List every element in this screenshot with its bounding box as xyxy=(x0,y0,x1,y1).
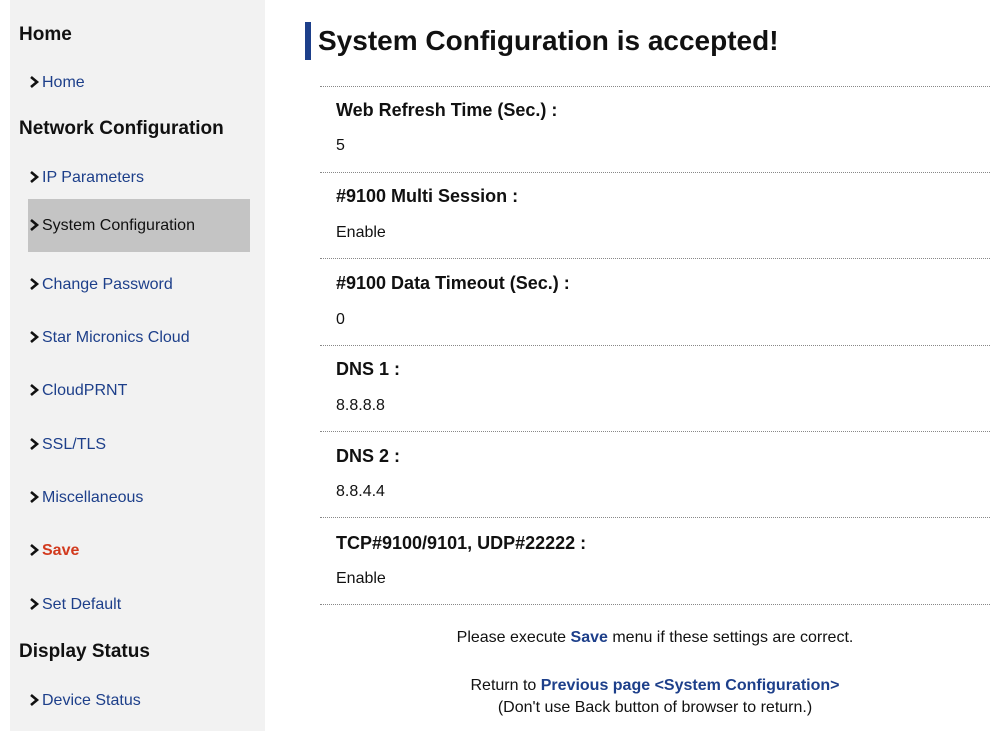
sidebar-item-system-configuration[interactable]: System Configuration xyxy=(28,199,250,252)
chevron-right-icon xyxy=(28,277,40,291)
chevron-right-icon xyxy=(28,170,40,184)
field-label-dns-1: DNS 1 : xyxy=(336,359,401,379)
sidebar-item-cloudprnt[interactable]: CloudPRNT xyxy=(28,364,250,417)
main-content: System Configuration is accepted! Web Re… xyxy=(305,0,995,731)
return-line: Return to Previous page <System Configur… xyxy=(320,677,990,695)
return-note: (Don't use Back button of browser to ret… xyxy=(497,699,813,716)
sidebar-item-label: Set Default xyxy=(42,595,122,613)
chevron-right-icon xyxy=(28,75,40,89)
section-heading-display-status: Display Status xyxy=(19,641,150,662)
chevron-right-icon xyxy=(28,543,40,557)
page-title: System Configuration is accepted! xyxy=(318,25,779,56)
sidebar-item-label: Miscellaneous xyxy=(42,488,144,506)
chevron-right-icon xyxy=(28,693,40,707)
notice-suffix: menu if these settings are correct. xyxy=(607,629,854,646)
chevron-right-icon xyxy=(28,597,40,611)
divider xyxy=(320,517,990,518)
field-label-web-refresh-time: Web Refresh Time (Sec.) : xyxy=(336,100,558,120)
sidebar-item-label: Device Status xyxy=(42,691,141,709)
field-value-dns-2: 8.8.4.4 xyxy=(336,483,385,500)
field-value-multi-session: Enable xyxy=(336,224,386,241)
field-value-dns-1: 8.8.8.8 xyxy=(336,397,385,414)
sidebar-item-change-password[interactable]: Change Password xyxy=(28,258,250,311)
divider xyxy=(320,604,990,605)
chevron-right-icon xyxy=(28,218,40,232)
field-value-data-timeout: 0 xyxy=(336,311,345,328)
notice-prefix: Please execute xyxy=(456,629,571,646)
section-heading-home: Home xyxy=(19,24,72,45)
sidebar-item-ip-parameters[interactable]: IP Parameters xyxy=(28,151,250,204)
title-accent-bar xyxy=(305,22,311,60)
sidebar-item-label: CloudPRNT xyxy=(42,381,128,399)
sidebar-item-home[interactable]: Home xyxy=(28,56,250,109)
field-label-multi-session: #9100 Multi Session : xyxy=(336,186,519,206)
sidebar-item-star-micronics-cloud[interactable]: Star Micronics Cloud xyxy=(28,311,250,364)
sidebar-item-label: IP Parameters xyxy=(42,168,144,186)
previous-page-link[interactable]: Previous page <System Configuration> xyxy=(541,677,840,694)
divider xyxy=(320,258,990,259)
sidebar-item-label: SSL/TLS xyxy=(42,435,107,453)
sidebar-item-set-default[interactable]: Set Default xyxy=(28,578,250,631)
sidebar-item-label: System Configuration xyxy=(42,216,195,234)
chevron-right-icon xyxy=(28,437,40,451)
save-notice: Please execute Save menu if these settin… xyxy=(320,629,990,647)
sidebar-item-miscellaneous[interactable]: Miscellaneous xyxy=(28,471,250,524)
divider xyxy=(320,345,990,346)
field-label-tcp-udp: TCP#9100/9101, UDP#22222 : xyxy=(336,533,587,553)
sidebar-item-label: Star Micronics Cloud xyxy=(42,328,190,346)
field-label-dns-2: DNS 2 : xyxy=(336,446,401,466)
sidebar-item-label: Save xyxy=(42,541,80,559)
page: Home Home Network Configuration IP Param… xyxy=(0,0,1000,731)
field-value-tcp-udp: Enable xyxy=(336,570,386,587)
field-value-web-refresh-time: 5 xyxy=(336,137,345,154)
chevron-right-icon xyxy=(28,490,40,504)
sidebar-item-save[interactable]: Save xyxy=(28,524,250,577)
chevron-right-icon xyxy=(28,330,40,344)
field-label-data-timeout: #9100 Data Timeout (Sec.) : xyxy=(336,273,570,293)
sidebar-item-label: Home xyxy=(42,73,85,91)
sidebar: Home Home Network Configuration IP Param… xyxy=(10,0,265,731)
divider xyxy=(320,86,990,87)
sidebar-item-label: Change Password xyxy=(42,275,173,293)
divider xyxy=(320,431,990,432)
chevron-right-icon xyxy=(28,383,40,397)
section-heading-network-configuration: Network Configuration xyxy=(19,118,224,139)
return-prefix: Return to xyxy=(470,677,541,694)
save-link[interactable]: Save xyxy=(571,629,608,646)
sidebar-item-ssl-tls[interactable]: SSL/TLS xyxy=(28,418,250,471)
divider xyxy=(320,172,990,173)
sidebar-item-device-status[interactable]: Device Status xyxy=(28,674,250,727)
